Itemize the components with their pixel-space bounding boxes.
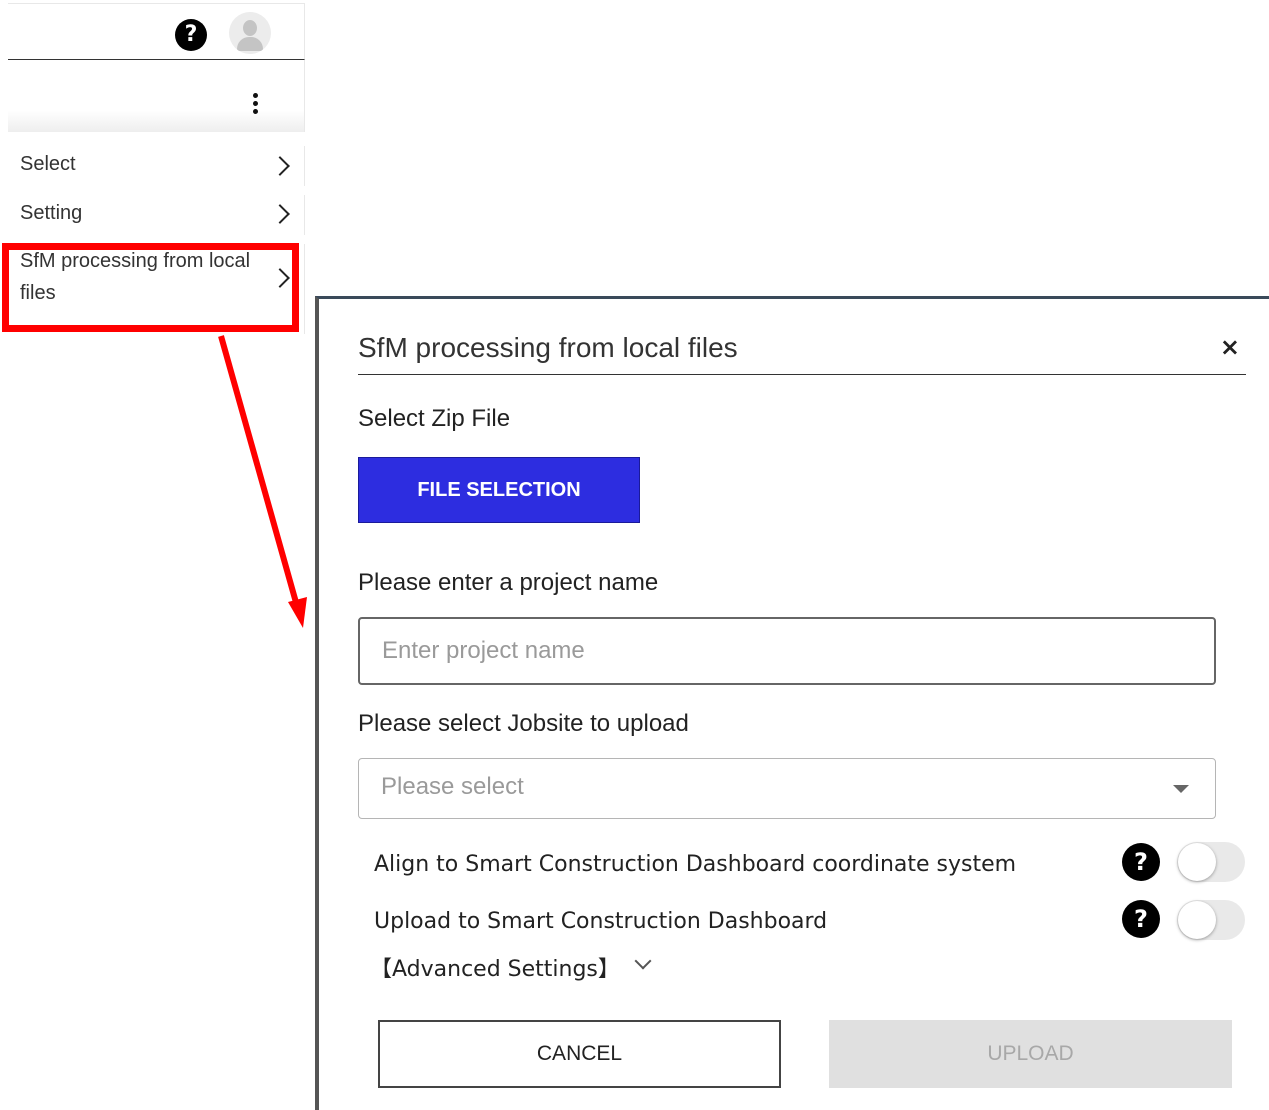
upload-dashboard-label: Upload to Smart Construction Dashboard xyxy=(374,909,828,934)
dialog-title: SfM processing from local files xyxy=(358,332,738,363)
caret-down-icon xyxy=(1173,785,1189,793)
upload-button: UPLOAD xyxy=(829,1020,1232,1088)
panel-header: ? xyxy=(8,3,305,60)
project-name-input[interactable] xyxy=(358,617,1216,685)
cancel-button[interactable]: CANCEL xyxy=(378,1020,781,1088)
menu-item-setting[interactable]: Setting xyxy=(8,195,305,235)
avatar-body xyxy=(237,37,263,51)
zip-file-label: Select Zip File xyxy=(358,405,511,432)
avatar-head xyxy=(243,20,257,36)
project-name-label: Please enter a project name xyxy=(358,569,659,596)
side-panel: ? Select Setting SfM processing from loc… xyxy=(0,0,306,1110)
chevron-right-icon xyxy=(270,156,290,176)
align-coordinate-label: Align to Smart Construction Dashboard co… xyxy=(374,852,1017,877)
toggle-knob xyxy=(1178,901,1216,939)
jobsite-select[interactable]: Please select xyxy=(358,758,1216,819)
toggle-knob xyxy=(1178,843,1216,881)
panel-toolbar xyxy=(8,60,305,132)
dialog-header: SfM processing from local files × xyxy=(358,324,1246,375)
menu-item-select[interactable]: Select xyxy=(8,146,305,186)
help-icon[interactable]: ? xyxy=(1122,843,1160,881)
jobsite-select-placeholder: Please select xyxy=(381,773,524,800)
chevron-right-icon xyxy=(270,204,290,224)
help-icon[interactable]: ? xyxy=(1122,900,1160,938)
avatar[interactable] xyxy=(229,12,271,54)
chevron-down-icon xyxy=(634,952,652,970)
file-selection-button[interactable]: FILE SELECTION xyxy=(358,457,640,523)
menu-item-sfm-local[interactable]: SfM processing from local files xyxy=(8,244,305,334)
menu-item-label: SfM processing from local files xyxy=(20,250,251,304)
upload-dashboard-toggle[interactable] xyxy=(1177,900,1245,940)
menu-item-label: Setting xyxy=(20,202,83,224)
advanced-settings-label: 【Advanced Settings】 xyxy=(370,957,620,982)
help-icon[interactable]: ? xyxy=(175,19,207,51)
align-coordinate-toggle[interactable] xyxy=(1177,842,1245,882)
more-options-icon[interactable] xyxy=(252,93,260,117)
close-icon[interactable]: × xyxy=(1220,334,1240,360)
jobsite-label: Please select Jobsite to upload xyxy=(358,710,689,737)
sfm-dialog: SfM processing from local files × Select… xyxy=(315,296,1269,1110)
menu-item-label: Select xyxy=(20,153,76,175)
advanced-settings-toggle[interactable]: 【Advanced Settings】 xyxy=(370,951,652,983)
